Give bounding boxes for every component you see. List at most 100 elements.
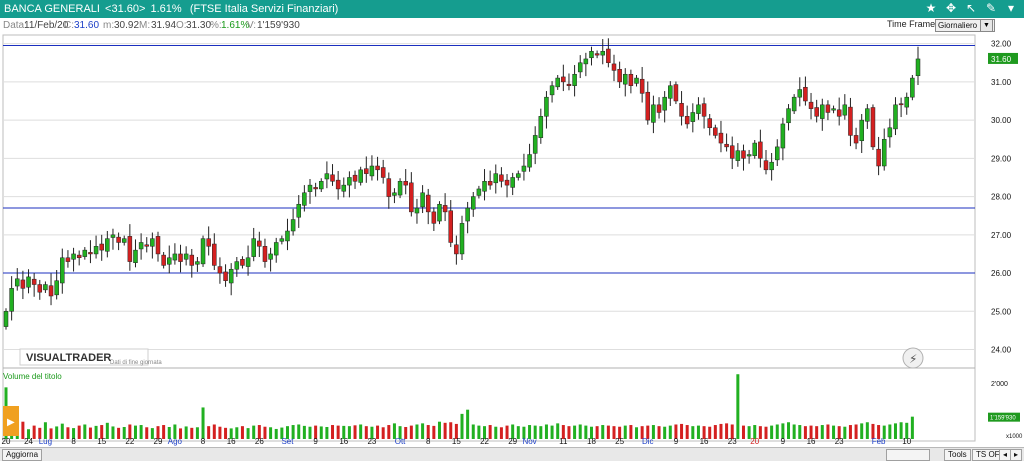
volume-bar [623, 425, 627, 439]
volume-bar [32, 425, 36, 439]
candle-body [155, 236, 161, 255]
candle-body [48, 285, 54, 297]
candle-body [212, 243, 217, 266]
candle-body [144, 244, 149, 247]
candle-body [290, 219, 296, 232]
volume-bar [105, 422, 109, 439]
candle-body [634, 77, 639, 84]
price-chart[interactable]: 24.00 25.00 26.00 27.00 28.00 29.00 30.00 31.00… [0, 32, 1024, 447]
volume-bar [854, 424, 858, 439]
x-tick-label: 11 [559, 437, 568, 446]
open-label: O: [176, 20, 187, 31]
candle-body [386, 178, 392, 197]
volume-bar [246, 428, 250, 439]
volume-bar [387, 425, 391, 439]
timeframe-dropdown-icon[interactable]: ▼ [980, 19, 993, 32]
dropdown-icon[interactable]: ▾ [1004, 1, 1018, 15]
star-icon[interactable]: ★ [924, 1, 938, 15]
candle-body [786, 108, 791, 124]
candle-body [881, 138, 887, 167]
candle-body [510, 177, 515, 188]
candle-body [769, 161, 774, 171]
open-value: 31.30 [186, 20, 212, 31]
candle-body [245, 257, 251, 267]
x-tick-label: 10 [902, 437, 911, 446]
volume-bar [218, 426, 222, 439]
candle-body [228, 268, 234, 284]
candle [358, 166, 363, 186]
candle-body [324, 173, 330, 180]
volume-bar [573, 425, 577, 439]
pointer-icon[interactable]: ↖ [964, 1, 978, 15]
refresh-button[interactable]: Aggiorna [2, 449, 43, 461]
candle [673, 81, 679, 105]
candle-body [121, 238, 127, 243]
volume-bar [347, 426, 351, 439]
volume-bar [195, 427, 199, 439]
candle-body [307, 184, 313, 192]
pencil-icon[interactable]: ✎ [984, 1, 998, 15]
candle-body [268, 253, 273, 260]
candle-body [825, 104, 831, 113]
volume-bar [657, 426, 661, 439]
volume-bar [331, 425, 335, 439]
volume-bar [567, 426, 571, 439]
x-tick-label: 15 [97, 437, 106, 446]
volume-bar [663, 426, 667, 439]
volume-bar [207, 426, 211, 439]
candle-body [516, 173, 521, 178]
x-tick-label: 25 [615, 437, 624, 446]
volume-bar [544, 424, 548, 439]
candle-body [887, 127, 893, 138]
y-axis: 24.00 25.00 26.00 27.00 28.00 29.00 30.00 31.00… [988, 40, 1023, 440]
handle-grip[interactable]: ▶ [3, 406, 19, 436]
nav-next-button[interactable]: ▸ [1010, 449, 1023, 461]
candle-body [780, 123, 786, 149]
volume-bar [629, 425, 633, 439]
volume-bar [201, 407, 205, 439]
volume-bar [353, 425, 357, 439]
candle-body [707, 118, 712, 129]
x-tick-label: 9 [674, 437, 679, 446]
volume-bar [539, 426, 543, 439]
volume-bar [263, 426, 267, 439]
candle [752, 140, 757, 159]
candle-body [420, 192, 425, 208]
candle-body [37, 284, 43, 293]
candle-body [577, 62, 583, 73]
volume-bar [578, 424, 582, 439]
candle-body [375, 165, 380, 171]
scrollbar[interactable] [886, 449, 930, 461]
candle-body [20, 279, 26, 289]
candle-body [904, 96, 909, 108]
volume-bar [770, 425, 774, 439]
tools-button[interactable]: Tools [944, 449, 971, 461]
y-tick-label: 29.00 [991, 154, 1012, 163]
volume-bar [421, 423, 425, 439]
volume-bar [269, 427, 273, 439]
volume-bar [719, 423, 723, 439]
candle-body [200, 238, 206, 265]
low-value: 30.92 [114, 20, 140, 31]
candle-body [848, 106, 853, 136]
move-icon[interactable]: ✥ [944, 1, 958, 15]
y-tick-label: 32.00 [991, 40, 1012, 49]
volume-bar [117, 427, 121, 439]
candle-body [471, 196, 476, 210]
quote-info-bar: Data: 11/Feb/20 C: 31.60 m: 30.92 M: 31.… [0, 18, 1024, 32]
volume-bar [415, 424, 419, 439]
x-tick-label: 20 [750, 437, 759, 446]
candle-body [341, 184, 347, 192]
volume-bar [516, 426, 520, 439]
x-tick-label: 15 [452, 437, 461, 446]
candle-body [116, 236, 121, 243]
volume-bar [325, 426, 329, 439]
candle-body [178, 253, 183, 262]
candle [870, 104, 876, 150]
plot-frame [2, 34, 976, 442]
volume-bar [77, 425, 81, 439]
candle-body [735, 150, 741, 161]
last-price-tag: <31.60> [105, 3, 146, 15]
x-tick-label: Nov [522, 437, 536, 446]
x-tick-label: 8 [201, 437, 206, 446]
